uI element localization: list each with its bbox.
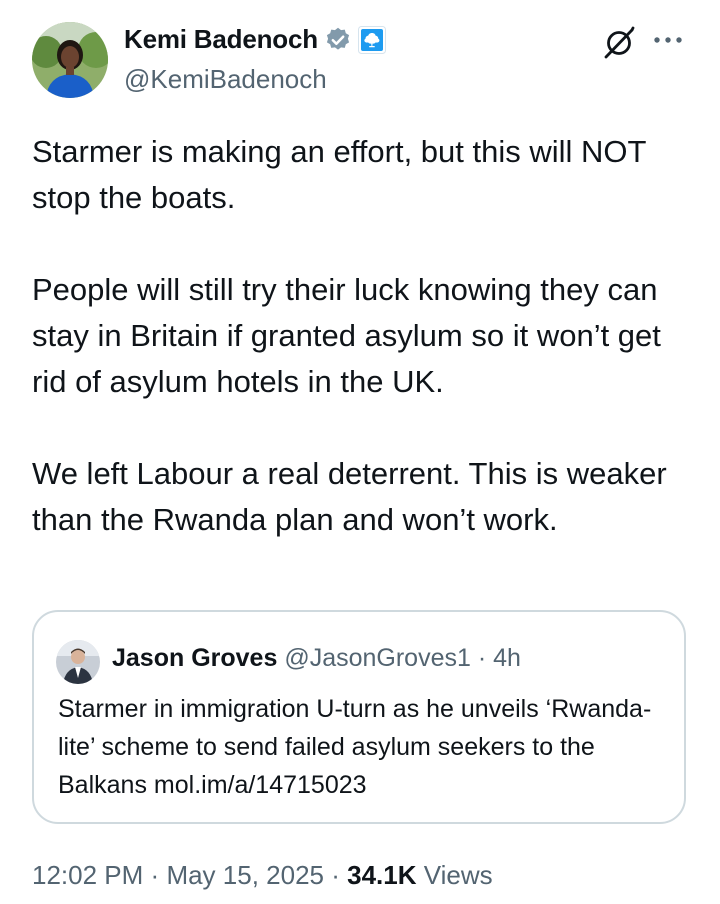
author-avatar-image — [32, 22, 108, 98]
conservative-tree-icon[interactable] — [357, 25, 386, 54]
quoted-separator: · — [477, 644, 487, 672]
quoted-tweet-card[interactable]: Jason Groves @JasonGroves1 · 4h Starmer … — [32, 610, 686, 824]
tweet-text: Starmer is making an effort, but this wi… — [32, 134, 667, 537]
quoted-author-avatar-image — [56, 640, 100, 684]
quoted-tweet-text: Starmer in immigration U-turn as he unve… — [58, 690, 658, 804]
tweet-time[interactable]: 12:02 PM — [32, 860, 143, 890]
author-display-name[interactable]: Kemi Badenoch — [124, 24, 318, 55]
quoted-display-name[interactable]: Jason Groves — [112, 644, 277, 672]
quoted-link[interactable]: mol.im/a/14715023 — [154, 771, 367, 799]
quoted-handle[interactable]: @JasonGroves1 — [284, 644, 471, 672]
views-count[interactable]: 34.1K — [347, 860, 416, 890]
author-name-row: Kemi Badenoch — [124, 24, 386, 55]
author-avatar[interactable] — [32, 22, 108, 98]
grok-icon[interactable] — [602, 26, 636, 65]
tweet-date[interactable]: May 15, 2025 — [166, 860, 324, 890]
quoted-header: Jason Groves @JasonGroves1 · 4h — [112, 644, 521, 673]
quoted-time[interactable]: 4h — [493, 644, 521, 672]
quoted-author-avatar[interactable] — [56, 640, 100, 684]
verified-badge-icon — [324, 26, 352, 54]
footer-separator: · — [150, 860, 160, 890]
more-options-icon[interactable] — [652, 30, 684, 55]
footer-separator: · — [331, 860, 340, 890]
tweet-footer: 12:02 PM · May 15, 2025 · 34.1K Views — [32, 860, 493, 891]
author-handle[interactable]: @KemiBadenoch — [124, 64, 327, 95]
views-label: Views — [423, 860, 493, 890]
